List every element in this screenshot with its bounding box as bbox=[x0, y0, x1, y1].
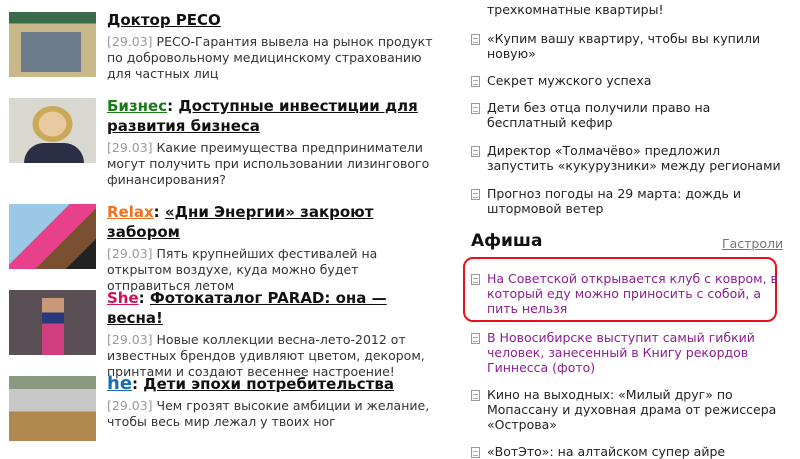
news-item[interactable]: Дети без отца получили право на бесплатн… bbox=[471, 100, 781, 130]
rubric-link-relax[interactable]: Relax bbox=[107, 203, 154, 221]
news-item[interactable]: Директор «Толмачёво» предложил запустить… bbox=[471, 143, 781, 173]
news-item[interactable]: трехкомнатные квартиры! bbox=[471, 2, 781, 17]
afisha-item[interactable]: В Новосибирске выступит самый гибкий чел… bbox=[471, 330, 781, 375]
afisha-heading: Афиша bbox=[471, 231, 543, 251]
news-item[interactable]: «Купим вашу квартиру, чтобы вы купили но… bbox=[471, 31, 781, 61]
news-item[interactable]: Секрет мужского успеха bbox=[471, 73, 781, 88]
gastroli-link[interactable]: Гастроли bbox=[722, 236, 783, 251]
article-date: [29.03] bbox=[107, 34, 153, 49]
document-icon bbox=[471, 34, 480, 45]
article-date: [29.03] bbox=[107, 398, 153, 413]
document-icon bbox=[471, 146, 480, 157]
rubric-link-business[interactable]: Бизнес bbox=[107, 97, 167, 115]
article-date: [29.03] bbox=[107, 332, 153, 347]
thumbnail-image[interactable] bbox=[9, 98, 96, 163]
article-date: [29.03] bbox=[107, 246, 153, 261]
afisha-item[interactable]: Кино на выходных: «Милый друг» по Мопасс… bbox=[471, 387, 781, 432]
document-icon bbox=[471, 333, 480, 344]
article-summary: Новые коллекции весна-лето-2012 от извес… bbox=[107, 332, 425, 379]
document-icon bbox=[471, 189, 480, 200]
thumbnail-image[interactable] bbox=[9, 376, 96, 441]
article-summary: Какие преимущества предприниматели могут… bbox=[107, 140, 430, 187]
article-date: [29.03] bbox=[107, 140, 153, 155]
article-summary: Чем грозят высокие амбиции и желание, чт… bbox=[107, 398, 430, 429]
article-title-link[interactable]: Доктор РЕСО bbox=[107, 11, 221, 29]
article-title-link[interactable]: Дети эпохи потребительства bbox=[143, 375, 394, 393]
document-icon bbox=[471, 76, 480, 87]
document-icon bbox=[471, 274, 480, 285]
document-icon bbox=[471, 103, 480, 114]
article-title-link[interactable]: Фотокаталог PARAD: она — весна! bbox=[107, 289, 387, 327]
document-icon bbox=[471, 447, 480, 458]
afisha-item[interactable]: «ВотЭто»: на алтайском супер айре bbox=[471, 444, 781, 459]
thumbnail-image[interactable] bbox=[9, 12, 96, 77]
rubric-link-he[interactable]: he bbox=[107, 373, 132, 394]
news-item[interactable]: Прогноз погоды на 29 марта: дождь и штор… bbox=[471, 186, 781, 216]
afisha-item[interactable]: На Советской открывается клуб с ковром, … bbox=[471, 271, 781, 316]
article-summary: РЕСО-Гарантия вывела на рынок продукт по… bbox=[107, 34, 433, 81]
document-icon bbox=[471, 390, 480, 401]
rubric-link-she[interactable]: She bbox=[107, 289, 139, 307]
thumbnail-image[interactable] bbox=[9, 290, 96, 355]
thumbnail-image[interactable] bbox=[9, 204, 96, 269]
